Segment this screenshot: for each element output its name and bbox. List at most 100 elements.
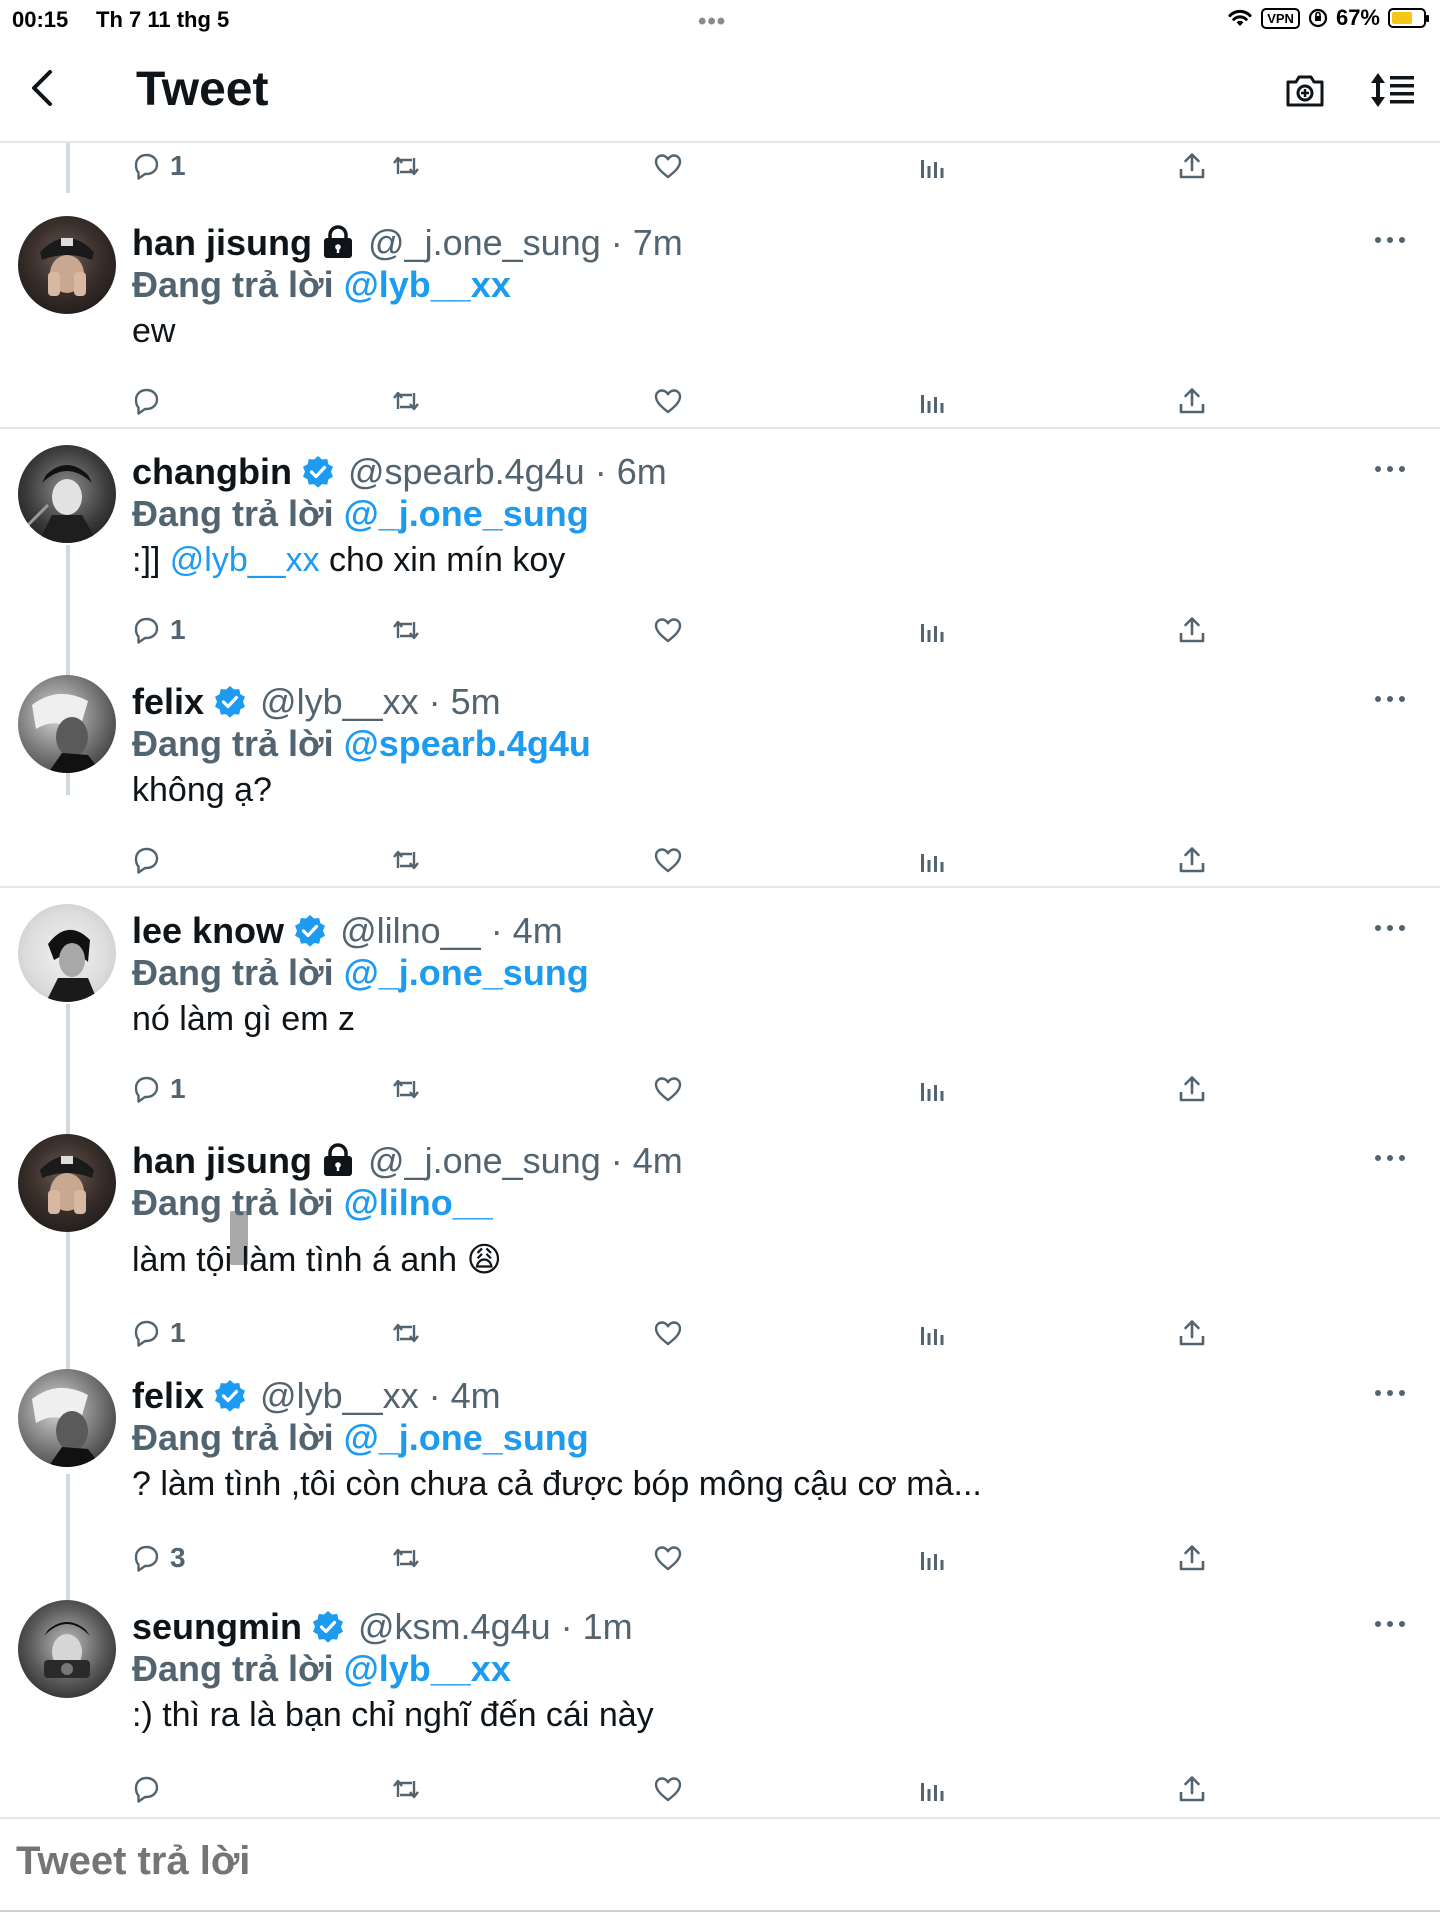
like-button[interactable] [652, 143, 684, 189]
sort-replies-icon[interactable] [1368, 70, 1418, 110]
retweet-button[interactable] [390, 837, 422, 883]
replying-to-handle[interactable]: @lyb__xx [344, 264, 511, 305]
tweet[interactable]: felix @lyb__xx · 4m Đang trả lời @_j.one… [0, 1365, 1440, 1573]
author-name[interactable]: felix [132, 1375, 204, 1417]
reply-button[interactable]: 1 [130, 607, 186, 653]
retweet-button[interactable] [390, 607, 422, 653]
back-arrow-icon[interactable] [24, 66, 64, 110]
replying-to-handle[interactable]: @lilno__ [344, 1182, 493, 1223]
author-name[interactable]: lee know [132, 910, 284, 952]
reply-button[interactable] [130, 1766, 162, 1812]
reply-button[interactable]: 1 [130, 1310, 186, 1356]
tweet[interactable]: changbin @spearb.4g4u · 6m Đang trả lời … [0, 441, 1440, 645]
verified-badge-icon [212, 1378, 248, 1414]
analytics-button[interactable] [916, 378, 948, 424]
tweet[interactable]: lee know @lilno__ · 4m Đang trả lời @_j.… [0, 900, 1440, 1104]
avatar[interactable] [18, 1369, 116, 1467]
retweet-icon [390, 1073, 422, 1105]
retweet-button[interactable] [390, 1766, 422, 1812]
like-button[interactable] [652, 607, 684, 653]
author-handle-time[interactable]: @spearb.4g4u · 6m [348, 451, 667, 493]
avatar[interactable] [18, 904, 116, 1002]
avatar[interactable] [18, 1600, 116, 1698]
analytics-button[interactable] [916, 1310, 948, 1356]
tweet-actions: 1 [0, 1066, 1440, 1112]
tweet-actions: 1 [0, 607, 1440, 653]
author-handle-time[interactable]: @_j.one_sung · 7m [368, 222, 683, 264]
retweet-button[interactable] [390, 1535, 422, 1581]
share-button[interactable] [1176, 1535, 1208, 1581]
avatar[interactable] [18, 1134, 116, 1232]
mention-link[interactable]: @lyb__xx [170, 541, 320, 579]
replying-to-handle[interactable]: @_j.one_sung [344, 952, 589, 993]
replying-to-handle[interactable]: @_j.one_sung [344, 1417, 589, 1458]
more-icon[interactable] [1370, 1148, 1410, 1168]
replying-to-label: Đang trả lời [132, 952, 334, 993]
heart-icon [652, 1317, 684, 1349]
avatar[interactable] [18, 675, 116, 773]
more-icon[interactable] [1370, 1614, 1410, 1634]
like-button[interactable] [652, 1066, 684, 1112]
share-button[interactable] [1176, 1066, 1208, 1112]
multitasking-dots[interactable]: ••• [698, 8, 726, 36]
more-icon[interactable] [1370, 459, 1410, 479]
avatar[interactable] [18, 445, 116, 543]
replying-to-handle[interactable]: @_j.one_sung [344, 493, 589, 534]
comment-icon [130, 150, 162, 182]
reply-button[interactable]: 1 [130, 143, 186, 189]
share-button[interactable] [1176, 1766, 1208, 1812]
author-name[interactable]: felix [132, 681, 204, 723]
reply-button[interactable] [130, 378, 162, 424]
reply-button[interactable]: 1 [130, 1066, 186, 1112]
analytics-button[interactable] [916, 143, 948, 189]
reply-button[interactable]: 3 [130, 1535, 186, 1581]
replying-to-handle[interactable]: @spearb.4g4u [344, 723, 591, 764]
like-button[interactable] [652, 837, 684, 883]
like-button[interactable] [652, 1535, 684, 1581]
retweet-button[interactable] [390, 143, 422, 189]
tweet[interactable]: felix @lyb__xx · 5m Đang trả lời @spearb… [0, 671, 1440, 871]
retweet-button[interactable] [390, 378, 422, 424]
like-button[interactable] [652, 1310, 684, 1356]
share-button[interactable] [1176, 1310, 1208, 1356]
tweet[interactable]: seungmin @ksm.4g4u · 1m Đang trả lời @ly… [0, 1596, 1440, 1796]
author-name[interactable]: seungmin [132, 1606, 302, 1648]
like-button[interactable] [652, 378, 684, 424]
author-handle-time[interactable]: @lyb__xx · 5m [260, 681, 501, 723]
author-handle-time[interactable]: @_j.one_sung · 4m [368, 1140, 683, 1182]
analytics-button[interactable] [916, 1066, 948, 1112]
analytics-button[interactable] [916, 1766, 948, 1812]
analytics-button[interactable] [916, 1535, 948, 1581]
more-icon[interactable] [1370, 918, 1410, 938]
replying-to-line: Đang trả lời @lilno__ [132, 1182, 493, 1224]
analytics-icon [916, 1073, 948, 1105]
like-button[interactable] [652, 1766, 684, 1812]
retweet-icon [390, 1542, 422, 1574]
retweet-button[interactable] [390, 1066, 422, 1112]
reply-button[interactable] [130, 837, 162, 883]
more-icon[interactable] [1370, 1383, 1410, 1403]
share-button[interactable] [1176, 143, 1208, 189]
author-name[interactable]: han jisung [132, 1140, 312, 1182]
analytics-button[interactable] [916, 837, 948, 883]
analytics-icon [916, 614, 948, 646]
more-icon[interactable] [1370, 230, 1410, 250]
tweet[interactable]: han jisung @_j.one_sung · 4m Đang trả lờ… [0, 1130, 1440, 1348]
retweet-button[interactable] [390, 1310, 422, 1356]
replying-to-line: Đang trả lời @_j.one_sung [132, 493, 589, 535]
avatar[interactable] [18, 216, 116, 314]
replying-to-handle[interactable]: @lyb__xx [344, 1648, 511, 1689]
author-name[interactable]: changbin [132, 451, 292, 493]
author-name[interactable]: han jisung [132, 222, 312, 264]
more-icon[interactable] [1370, 689, 1410, 709]
share-button[interactable] [1176, 378, 1208, 424]
author-handle-time[interactable]: @ksm.4g4u · 1m [358, 1606, 633, 1648]
share-button[interactable] [1176, 607, 1208, 653]
battery-percent: 67% [1335, 5, 1380, 30]
camera-icon[interactable] [1284, 70, 1326, 110]
share-button[interactable] [1176, 837, 1208, 883]
author-handle-time[interactable]: @lilno__ · 4m [340, 910, 563, 952]
reply-input[interactable] [16, 1839, 1396, 1884]
author-handle-time[interactable]: @lyb__xx · 4m [260, 1375, 501, 1417]
analytics-button[interactable] [916, 607, 948, 653]
